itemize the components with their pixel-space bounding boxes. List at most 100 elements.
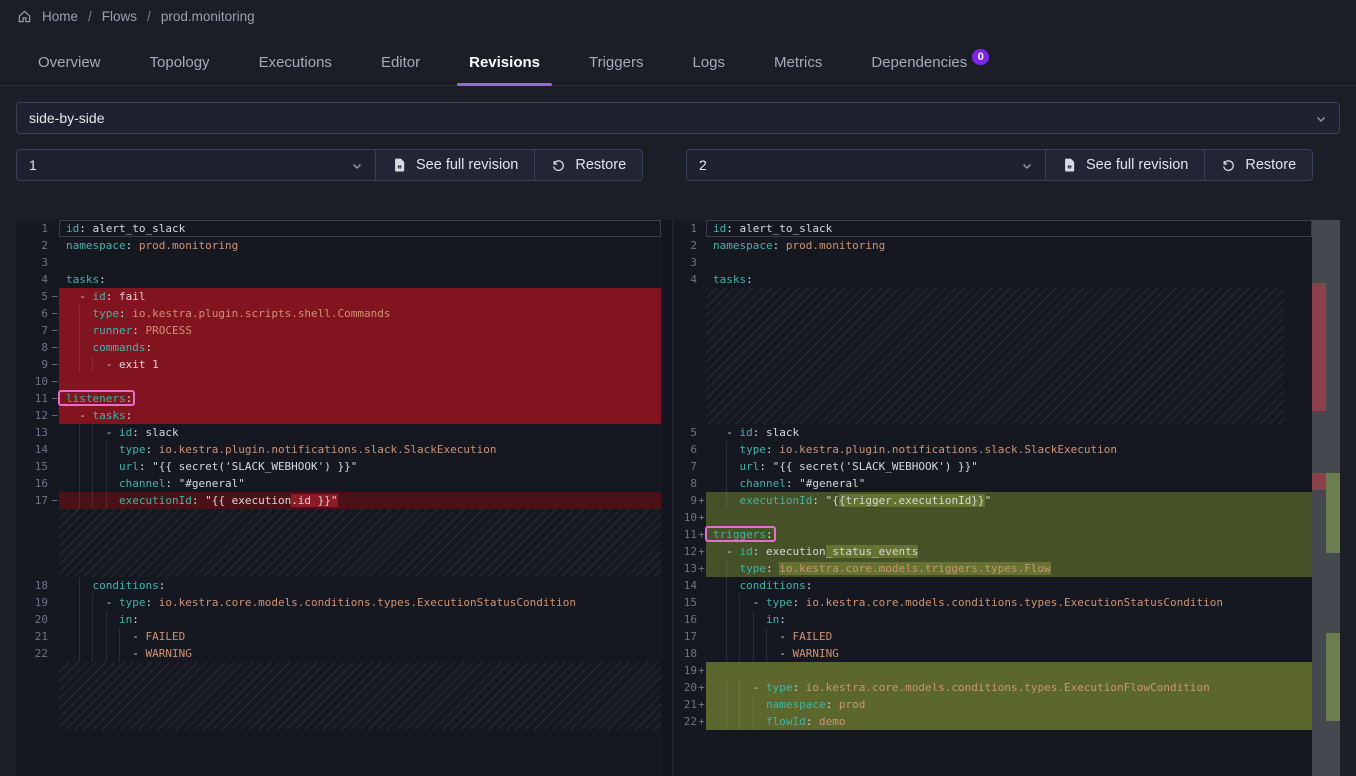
diff-sign	[697, 220, 706, 237]
line-number: 1	[16, 220, 50, 237]
diff-sign: −	[50, 356, 59, 373]
diff-sign: −	[50, 492, 59, 509]
diff-sign	[50, 577, 59, 594]
line-number: 17	[673, 628, 697, 645]
diff-sign	[697, 628, 706, 645]
diff-view-mode-select[interactable]: side-by-side	[16, 102, 1340, 134]
restore-icon	[551, 158, 566, 173]
diff-pane-modified[interactable]: 1id: alert_to_slack2namespace: prod.moni…	[673, 220, 1340, 776]
diff-sign: −	[50, 339, 59, 356]
line-number: 22	[16, 645, 50, 662]
diff-sign	[697, 254, 706, 271]
tab-bar: Overview Topology Executions Editor Revision…	[0, 46, 1356, 86]
diff-sign	[697, 237, 706, 254]
breadcrumb-item-home[interactable]: Home	[42, 9, 78, 24]
line-number: 17	[16, 492, 50, 509]
line-number: 19	[673, 662, 697, 679]
diff-sign: +	[697, 526, 706, 543]
restore-button-right[interactable]: Restore	[1204, 149, 1313, 181]
code-line: 14 type: io.kestra.plugin.notifications.…	[16, 441, 661, 458]
ruler-add-segment	[1326, 633, 1340, 721]
restore-label: Restore	[575, 157, 626, 173]
revision-select-right-value: 2	[699, 157, 707, 173]
home-icon[interactable]	[17, 9, 32, 24]
line-number: 3	[16, 254, 50, 271]
code-line: 4tasks:	[16, 271, 661, 288]
code-line: 11+triggers:	[673, 526, 1312, 543]
revision-select-right[interactable]: 2	[686, 149, 1046, 181]
tab-dependencies[interactable]: Dependencies0	[859, 46, 1001, 85]
breadcrumb-separator: /	[88, 9, 92, 24]
code-line: 4tasks:	[673, 271, 1312, 288]
tab-logs[interactable]: Logs	[680, 46, 737, 85]
code-line: 17 - FAILED	[673, 628, 1312, 645]
diff-sign: +	[697, 492, 706, 509]
diff-sign	[50, 254, 59, 271]
breadcrumb-item-flows[interactable]: Flows	[102, 9, 137, 24]
tab-revisions[interactable]: Revisions	[457, 46, 552, 85]
code-line: 9+ executionId: "{{trigger.executionId}}…	[673, 492, 1312, 509]
line-number: 4	[16, 271, 50, 288]
diff-sign	[697, 458, 706, 475]
tab-executions[interactable]: Executions	[247, 46, 344, 85]
diff-sign	[697, 611, 706, 628]
line-number: 11	[16, 390, 50, 407]
code-line: 6− type: io.kestra.plugin.scripts.shell.…	[16, 305, 661, 322]
tab-editor[interactable]: Editor	[369, 46, 432, 85]
see-full-revision-button-right[interactable]: See full revision	[1045, 149, 1205, 181]
code-line: 14 conditions:	[673, 577, 1312, 594]
revision-diff-editor: 1id: alert_to_slack2namespace: prod.moni…	[16, 220, 1340, 776]
breadcrumb-item-prod.monitoring[interactable]: prod.monitoring	[161, 9, 255, 24]
code-line: 6 type: io.kestra.plugin.notifications.s…	[673, 441, 1312, 458]
diff-key-marker: triggers:	[713, 528, 773, 541]
line-number: 21	[673, 696, 697, 713]
overview-ruler-scrollbar[interactable]	[1312, 220, 1340, 776]
line-number: 12	[673, 543, 697, 560]
see-full-revision-label: See full revision	[1086, 157, 1188, 173]
diff-sign	[50, 594, 59, 611]
breadcrumb: Home/Flows/prod.monitoring	[0, 0, 1356, 24]
code-line: 9− - exit 1	[16, 356, 661, 373]
tab-metrics[interactable]: Metrics	[762, 46, 834, 85]
line-number: 6	[673, 441, 697, 458]
diff-sign	[50, 475, 59, 492]
line-number: 14	[16, 441, 50, 458]
diff-sign	[50, 628, 59, 645]
code-line: 22 - WARNING	[16, 645, 661, 662]
tab-overview[interactable]: Overview	[26, 46, 113, 85]
code-line: 17− executionId: "{{ execution.id }}"	[16, 492, 661, 509]
diff-sign: +	[697, 713, 706, 730]
diff-spacer	[673, 288, 1312, 424]
code-line: 18 conditions:	[16, 577, 661, 594]
code-line: 11−listeners:	[16, 390, 661, 407]
code-line: 3	[673, 254, 1312, 271]
line-number: 5	[16, 288, 50, 305]
diff-sign	[50, 441, 59, 458]
code-line: 20 in:	[16, 611, 661, 628]
see-full-revision-button-left[interactable]: See full revision	[375, 149, 535, 181]
restore-button-left[interactable]: Restore	[534, 149, 643, 181]
diff-sign	[697, 424, 706, 441]
tab-topology[interactable]: Topology	[138, 46, 222, 85]
code-line: 7− runner: PROCESS	[16, 322, 661, 339]
line-number: 13	[16, 424, 50, 441]
diff-sign: +	[697, 560, 706, 577]
line-number: 22	[673, 713, 697, 730]
line-number: 20	[16, 611, 50, 628]
diff-sign	[50, 424, 59, 441]
tab-triggers[interactable]: Triggers	[577, 46, 655, 85]
diff-key-marker: listeners:	[66, 392, 132, 405]
code-line: 21+ namespace: prod	[673, 696, 1312, 713]
revision-select-left-value: 1	[29, 157, 37, 173]
code-line: 3	[16, 254, 661, 271]
code-line: 2namespace: prod.monitoring	[673, 237, 1312, 254]
dependencies-count-badge: 0	[972, 49, 989, 65]
revision-select-left[interactable]: 1	[16, 149, 376, 181]
diff-pane-original[interactable]: 1id: alert_to_slack2namespace: prod.moni…	[16, 220, 661, 776]
line-number: 13	[673, 560, 697, 577]
line-number: 12	[16, 407, 50, 424]
diff-sash[interactable]	[661, 220, 673, 776]
file-icon	[1062, 157, 1077, 173]
ruler-del-segment	[1312, 473, 1326, 490]
line-number: 9	[673, 492, 697, 509]
